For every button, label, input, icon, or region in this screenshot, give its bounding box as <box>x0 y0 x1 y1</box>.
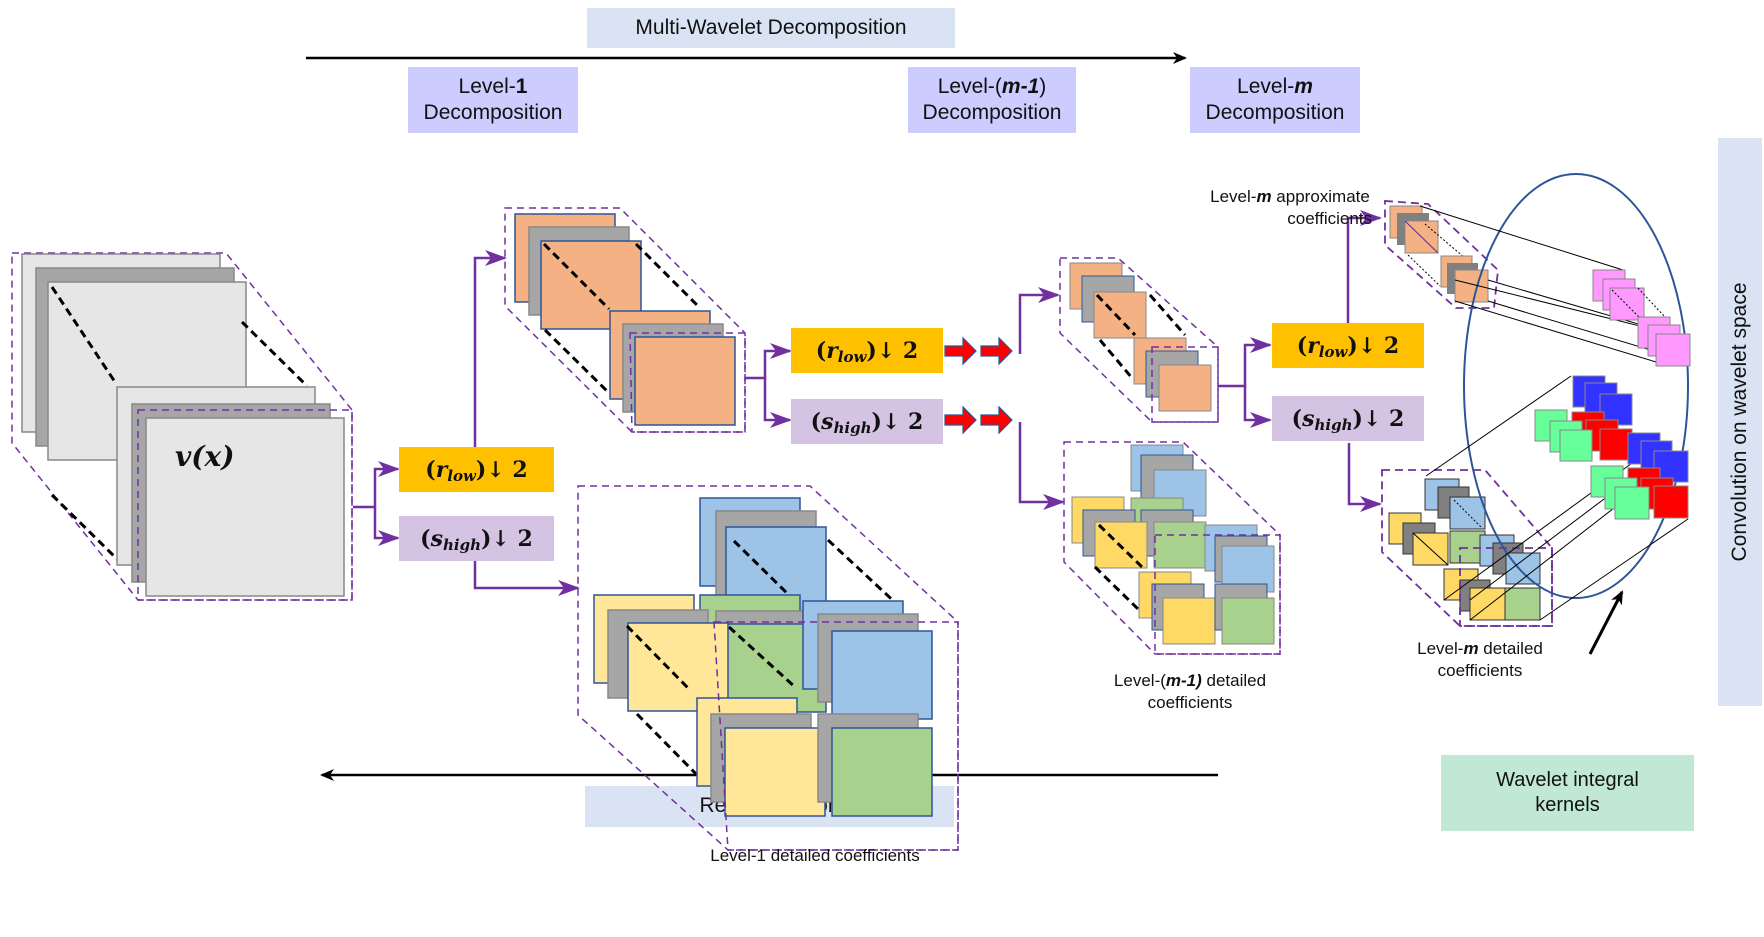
levelm-high-filter: (s high) ↓ 2 <box>1272 396 1424 441</box>
levelm1-detail-stack <box>1063 441 1281 655</box>
convolution-side-panel: Convolution on wavelet space <box>1718 138 1762 706</box>
red-arrows-low <box>944 336 1013 366</box>
level1-high-to-detail-arrow <box>473 560 580 596</box>
level2-high-filter: (s high) ↓ 2 <box>791 399 943 444</box>
level1-detail-caption: Level-1 detailed coefficients <box>710 846 920 865</box>
levelm-approx-stack <box>1384 200 1499 309</box>
kernels-line1: Wavelet integral <box>1496 769 1639 791</box>
level1-low-filter: (r low) ↓ 2 <box>399 447 554 492</box>
levelm-low-filter: (r low) ↓ 2 <box>1272 323 1424 368</box>
levelm-detail-caption: Level-m detailed coefficients <box>1417 639 1543 681</box>
input-tensor-stack <box>11 252 353 601</box>
levelm-detail-stack <box>1381 469 1553 627</box>
convolution-side-label: Convolution on wavelet space <box>1728 282 1751 562</box>
kernel-detail-stack <box>1534 375 1689 520</box>
level1-approx-stack <box>504 207 746 433</box>
wavelet-kernels-box: Wavelet integral kernels <box>1441 755 1694 831</box>
red-arrows-high <box>944 405 1013 435</box>
levelm1-approx-stack <box>1059 257 1219 423</box>
level2-low-filter: (r low) ↓ 2 <box>791 328 943 373</box>
kernel-pointer-arrow <box>1588 590 1624 655</box>
level1-high-filter: (s high) ↓ 2 <box>399 516 554 561</box>
kernels-line2: kernels <box>1535 794 1600 816</box>
input-branch-arrow <box>353 461 400 509</box>
levelm-approx-caption: Level-m approximate coefficients <box>1210 187 1372 229</box>
input-label: v(x) <box>175 440 235 473</box>
levelm1-detail-caption: Level-(m-1) detailed coefficients <box>1113 671 1267 713</box>
level1-low-to-approx-arrow <box>473 250 507 447</box>
level1-detail-stack <box>577 485 959 851</box>
